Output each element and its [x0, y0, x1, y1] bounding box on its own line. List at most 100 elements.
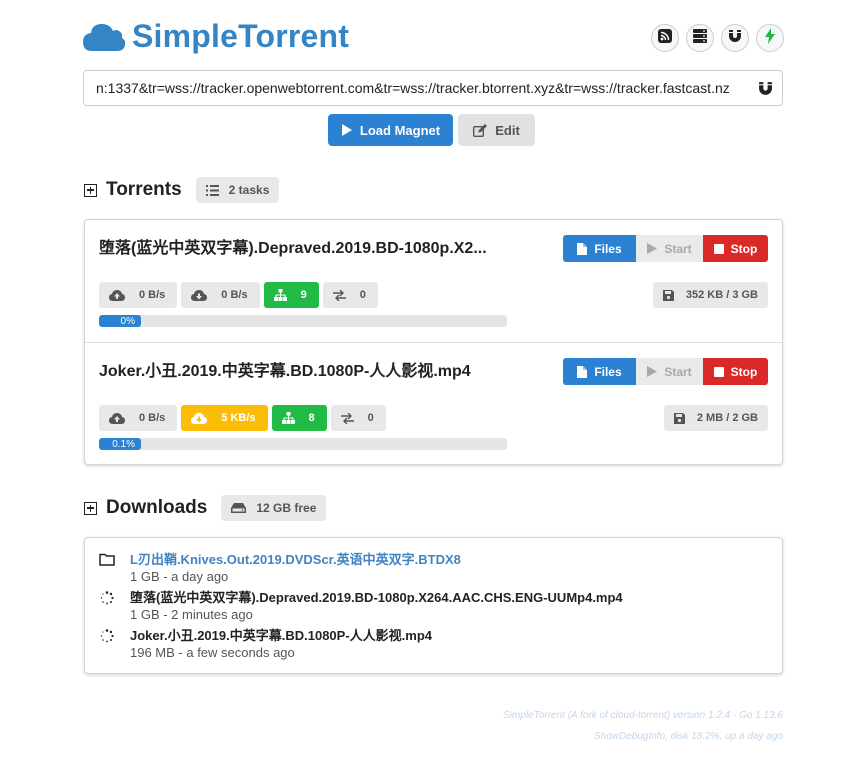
- progress-fill: 0%: [99, 315, 141, 327]
- edit-button[interactable]: Edit: [458, 114, 535, 146]
- server-icon: [693, 28, 707, 48]
- sitemap-icon: [281, 412, 295, 424]
- files-label: Files: [594, 364, 622, 379]
- connections-badge: 0: [322, 282, 378, 308]
- stop-button[interactable]: Stop: [703, 235, 768, 262]
- torrents-title: Torrents: [106, 179, 182, 200]
- torrents-header: Torrents 2 tasks: [84, 177, 280, 203]
- download-rate: 0 B/s: [221, 289, 248, 301]
- load-magnet-button[interactable]: Load Magnet: [328, 114, 453, 146]
- download-item[interactable]: L刃出鞘.Knives.Out.2019.DVDScr.英语中英双字.BTDX8…: [99, 552, 461, 586]
- torrent-name: Joker.小丑.2019.中英字幕.BD.1080P-人人影视.mp4: [99, 363, 471, 380]
- debug-info[interactable]: ShowDebugInfo, disk 18.2%, up a day ago: [503, 726, 783, 747]
- magnet-button[interactable]: [721, 24, 749, 52]
- download-item[interactable]: 堕落(蓝光中英双字幕).Depraved.2019.BD-1080p.X264.…: [99, 590, 623, 624]
- download-rate: 5 KB/s: [221, 412, 256, 424]
- save-icon: [662, 289, 674, 301]
- download-rate-badge: 0 B/s: [181, 282, 260, 308]
- exchange-icon: [340, 412, 354, 424]
- upload-rate-badge: 0 B/s: [99, 405, 178, 431]
- progress-fill: 0.1%: [99, 438, 141, 450]
- server-button[interactable]: [686, 24, 714, 52]
- files-button[interactable]: Files: [563, 358, 636, 385]
- edit-icon: [473, 123, 488, 137]
- expand-icon[interactable]: [84, 501, 97, 515]
- cloud-icon: [82, 21, 126, 53]
- rss-icon: [658, 28, 672, 48]
- file-icon: [577, 365, 588, 378]
- peers-badge: 8: [271, 405, 327, 431]
- stop-label: Stop: [730, 241, 758, 256]
- play-icon: [647, 243, 658, 254]
- cloud-upload-icon: [109, 289, 125, 301]
- exchange-icon: [332, 289, 346, 301]
- files-button[interactable]: Files: [563, 235, 636, 262]
- torrent-item: 堕落(蓝光中英双字幕).Depraved.2019.BD-1080p.X2...…: [85, 220, 782, 342]
- download-meta: 1 GB - a day ago: [130, 569, 229, 584]
- upload-rate: 0 B/s: [139, 412, 166, 424]
- file-icon: [577, 242, 588, 255]
- progress-label: 0%: [120, 315, 135, 327]
- spinner-icon: [99, 628, 115, 662]
- size-badge: 352 KB / 3 GB: [652, 282, 768, 308]
- tasks-count-badge: 2 tasks: [195, 177, 280, 203]
- downloads-header: Downloads 12 GB free: [84, 495, 327, 521]
- download-rate-badge: 5 KB/s: [181, 405, 268, 431]
- tasks-count-label: 2 tasks: [228, 183, 270, 197]
- sitemap-icon: [273, 289, 287, 301]
- app-title: SimpleTorrent: [132, 18, 350, 54]
- expand-icon[interactable]: [84, 183, 97, 197]
- files-label: Files: [594, 241, 622, 256]
- cloud-download-icon: [191, 412, 208, 424]
- stop-icon: [713, 243, 724, 254]
- progress-bar: 0%: [99, 315, 507, 327]
- stop-button[interactable]: Stop: [703, 358, 768, 385]
- download-meta: 196 MB - a few seconds ago: [130, 645, 295, 660]
- connections-count: 0: [367, 412, 374, 424]
- torrents-card: 堕落(蓝光中英双字幕).Depraved.2019.BD-1080p.X2...…: [84, 219, 783, 465]
- start-button[interactable]: Start: [636, 235, 703, 262]
- magnet-icon: [728, 29, 742, 48]
- start-label: Start: [664, 364, 692, 379]
- download-name[interactable]: 堕落(蓝光中英双字幕).Depraved.2019.BD-1080p.X264.…: [130, 590, 623, 606]
- stop-icon: [713, 366, 724, 377]
- download-meta: 1 GB - 2 minutes ago: [130, 607, 253, 622]
- downloads-card: L刃出鞘.Knives.Out.2019.DVDScr.英语中英双字.BTDX8…: [84, 537, 783, 674]
- play-icon: [341, 124, 352, 136]
- spinner-icon: [99, 590, 115, 624]
- size-value: 2 MB / 2 GB: [696, 412, 758, 424]
- cloud-upload-icon: [109, 412, 125, 424]
- size-value: 352 KB / 3 GB: [685, 289, 758, 301]
- version-info[interactable]: SimpleTorrent (A fork of cloud-torrent) …: [503, 705, 783, 726]
- peers-count: 9: [300, 289, 307, 301]
- magnet-icon: [748, 71, 782, 105]
- download-item[interactable]: Joker.小丑.2019.中英字幕.BD.1080P-人人影视.mp4 196…: [99, 628, 432, 662]
- progress-bar: 0.1%: [99, 438, 507, 450]
- save-icon: [673, 412, 685, 424]
- load-magnet-label: Load Magnet: [359, 122, 441, 138]
- torrent-name: 堕落(蓝光中英双字幕).Depraved.2019.BD-1080p.X2...: [99, 240, 487, 257]
- upload-rate: 0 B/s: [139, 289, 166, 301]
- downloads-title: Downloads: [106, 497, 208, 518]
- edit-label: Edit: [495, 122, 520, 138]
- peers-count: 8: [308, 412, 315, 424]
- download-name[interactable]: L刃出鞘.Knives.Out.2019.DVDScr.英语中英双字.BTDX8: [130, 552, 461, 568]
- progress-label: 0.1%: [112, 438, 135, 450]
- stop-label: Stop: [730, 364, 758, 379]
- footer: SimpleTorrent (A fork of cloud-torrent) …: [503, 705, 783, 747]
- rss-button[interactable]: [651, 24, 679, 52]
- connections-count: 0: [359, 289, 366, 301]
- upload-rate-badge: 0 B/s: [99, 282, 178, 308]
- play-icon: [647, 366, 658, 377]
- app-logo: SimpleTorrent: [82, 18, 349, 55]
- magnet-input[interactable]: [84, 71, 748, 105]
- bolt-icon: [764, 27, 776, 49]
- cloud-download-icon: [191, 289, 208, 301]
- connections-badge: 0: [330, 405, 386, 431]
- start-button[interactable]: Start: [636, 358, 703, 385]
- download-name[interactable]: Joker.小丑.2019.中英字幕.BD.1080P-人人影视.mp4: [130, 628, 432, 644]
- peers-badge: 9: [263, 282, 319, 308]
- bolt-button[interactable]: [756, 24, 784, 52]
- size-badge: 2 MB / 2 GB: [663, 405, 768, 431]
- disk-free-label: 12 GB free: [256, 501, 317, 515]
